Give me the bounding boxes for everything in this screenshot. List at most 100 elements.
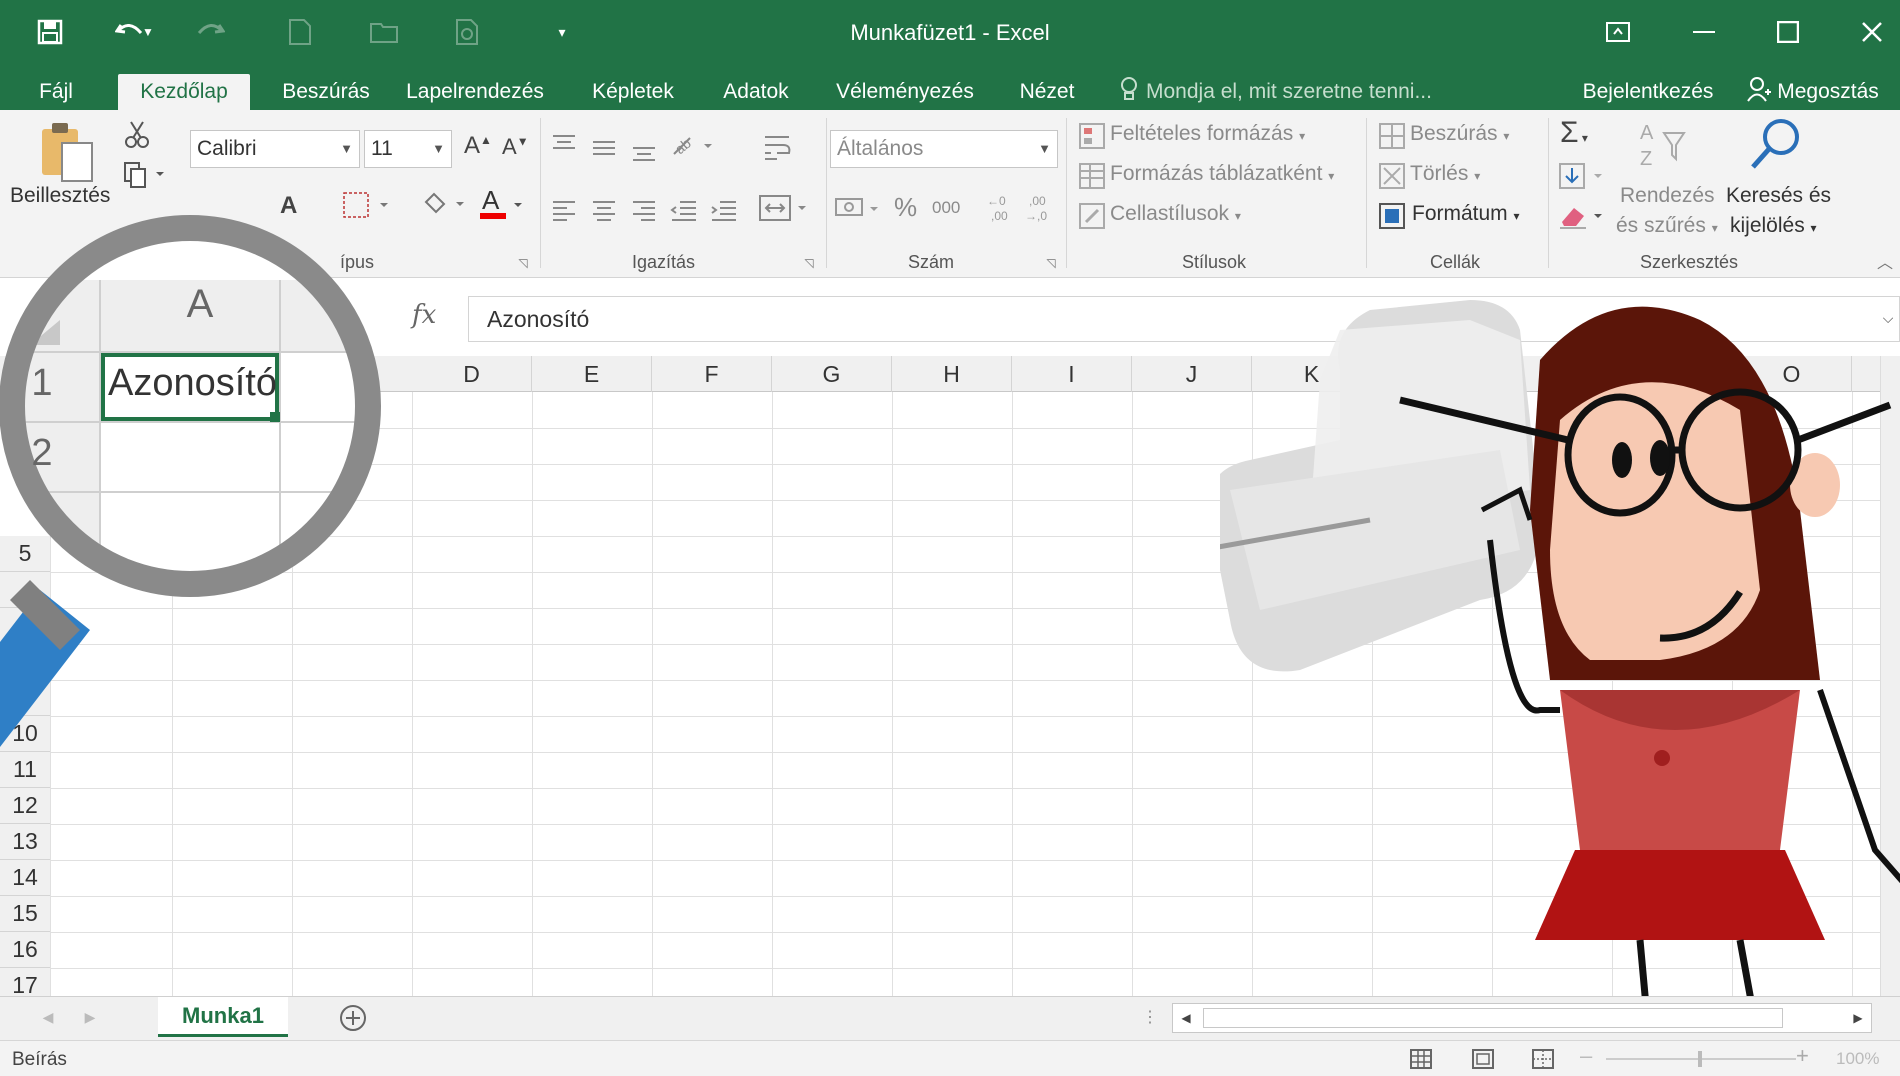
zoom-slider-thumb[interactable] (1698, 1051, 1702, 1067)
tell-me-search[interactable]: Mondja el, mit szeretne tenni... (1120, 74, 1432, 110)
align-left-icon[interactable] (548, 194, 580, 226)
column-header[interactable]: G (772, 356, 892, 392)
share-button[interactable]: Megosztás (1738, 74, 1888, 110)
grow-font-icon[interactable]: A▲ (464, 132, 492, 160)
sort-filter-icon[interactable]: AZ (1636, 118, 1688, 174)
align-middle-icon[interactable] (588, 132, 620, 164)
horizontal-scrollbar[interactable]: ◀ ▶ (1172, 1003, 1872, 1033)
column-header[interactable]: E (532, 356, 652, 392)
conditional-formatting-icon[interactable] (1076, 120, 1108, 152)
column-header[interactable]: I (1012, 356, 1132, 392)
zoom-in-icon[interactable]: + (1796, 1043, 1809, 1069)
row-header[interactable] (0, 644, 50, 680)
increase-indent-icon[interactable] (708, 194, 740, 226)
minimize-icon[interactable] (1674, 8, 1734, 56)
row-header[interactable]: 17 (0, 968, 50, 996)
copy-icon[interactable] (120, 158, 168, 192)
align-center-icon[interactable] (588, 194, 620, 226)
sheet-tab[interactable]: Munka1 (158, 997, 288, 1037)
signin-link[interactable]: Bejelentkezés (1578, 74, 1718, 110)
close-icon[interactable] (1844, 8, 1900, 56)
format-cells-button[interactable]: Formátum ▾ (1412, 202, 1520, 226)
conditional-formatting-button[interactable]: Feltételes formázás ▾ (1110, 122, 1305, 146)
format-as-table-button[interactable]: Formázás táblázatként ▾ (1110, 162, 1334, 186)
font-color-small-icon[interactable]: A (280, 192, 297, 220)
insert-cells-button[interactable]: Beszúrás ▾ (1410, 122, 1509, 146)
tab-formulas[interactable]: Képletek (580, 74, 686, 110)
increase-decimal-icon[interactable]: ←0,00 (984, 190, 1020, 226)
normal-view-icon[interactable] (1408, 1047, 1434, 1071)
clear-icon[interactable] (1556, 200, 1610, 232)
row-header[interactable]: 11 (0, 752, 50, 788)
tab-file[interactable]: Fájl (28, 74, 84, 110)
dialog-launcher-icon[interactable]: ◹ (800, 254, 818, 272)
scroll-thumb[interactable] (1203, 1008, 1783, 1028)
cell-styles-icon[interactable] (1076, 200, 1108, 232)
row-header[interactable]: 12 (0, 788, 50, 824)
accounting-format-icon[interactable] (832, 190, 884, 226)
maximize-icon[interactable] (1758, 8, 1818, 56)
align-top-icon[interactable] (548, 128, 580, 160)
autosum-icon[interactable]: Σ ▾ (1560, 116, 1588, 150)
page-layout-view-icon[interactable] (1470, 1047, 1496, 1071)
find-select-label-2[interactable]: kijelölés ▾ (1730, 214, 1817, 238)
open-folder-icon[interactable] (362, 10, 406, 54)
delete-cells-button[interactable]: Törlés ▾ (1410, 162, 1480, 186)
row-header[interactable]: 16 (0, 932, 50, 968)
find-select-icon[interactable] (1746, 114, 1808, 176)
sort-filter-label-1[interactable]: Rendezés (1620, 184, 1715, 208)
percent-style-button[interactable]: % (894, 192, 917, 223)
paste-label[interactable]: Beillesztés (10, 184, 110, 208)
new-file-icon[interactable] (278, 10, 322, 54)
paste-icon[interactable] (36, 120, 98, 184)
fill-down-icon[interactable] (1556, 160, 1610, 192)
row-header[interactable] (0, 572, 50, 608)
wrap-text-icon[interactable] (760, 132, 796, 164)
font-color-icon[interactable]: A (476, 184, 528, 224)
customize-qat-icon[interactable]: ▾ (540, 10, 584, 54)
find-select-label-1[interactable]: Keresés és (1726, 184, 1831, 208)
comma-style-button[interactable]: 000 (932, 198, 960, 218)
scroll-left-icon[interactable]: ◀ (1177, 1008, 1195, 1028)
ribbon-display-icon[interactable] (1588, 8, 1648, 56)
collapse-ribbon-icon[interactable]: ︿ (1874, 250, 1896, 272)
orientation-icon[interactable]: ab (668, 130, 718, 162)
number-format-select[interactable]: Általános ▼ (830, 130, 1058, 168)
font-name-select[interactable]: Calibri ▼ (190, 130, 360, 168)
tab-view[interactable]: Nézet (1010, 74, 1084, 110)
add-sheet-icon[interactable] (336, 1001, 370, 1035)
print-preview-icon[interactable] (446, 10, 490, 54)
font-size-select[interactable]: 11 ▼ (364, 130, 452, 168)
column-header[interactable]: F (652, 356, 772, 392)
column-header[interactable]: D (412, 356, 532, 392)
row-header[interactable]: 14 (0, 860, 50, 896)
tab-data[interactable]: Adatok (712, 74, 800, 110)
fill-color-icon[interactable] (418, 186, 470, 222)
tab-split-handle-icon[interactable]: ⋮ (1140, 1005, 1160, 1029)
row-header[interactable] (0, 608, 50, 644)
row-header[interactable]: 10 (0, 716, 50, 752)
save-icon[interactable] (28, 10, 72, 54)
column-header[interactable]: H (892, 356, 1012, 392)
tab-insert[interactable]: Beszúrás (266, 74, 386, 110)
tab-page-layout[interactable]: Lapelrendezés (396, 74, 554, 110)
row-header[interactable]: 15 (0, 896, 50, 932)
zoom-out-icon[interactable]: – (1580, 1043, 1592, 1069)
merge-center-icon[interactable] (756, 190, 812, 226)
decrease-indent-icon[interactable] (668, 194, 700, 226)
dialog-launcher-icon[interactable]: ◹ (514, 254, 532, 272)
redo-icon[interactable] (188, 10, 232, 54)
cut-icon[interactable] (120, 118, 154, 152)
prev-sheet-icon[interactable]: ◀ (38, 1007, 58, 1027)
insert-cells-icon[interactable] (1376, 120, 1408, 152)
insert-function-icon[interactable]: fx (412, 300, 436, 330)
format-as-table-icon[interactable] (1076, 160, 1108, 192)
tab-home[interactable]: Kezdőlap (118, 74, 250, 110)
align-right-icon[interactable] (628, 194, 660, 226)
dialog-launcher-icon[interactable]: ◹ (1042, 254, 1060, 272)
next-sheet-icon[interactable]: ▶ (80, 1007, 100, 1027)
tab-review[interactable]: Véleményezés (826, 74, 984, 110)
shrink-font-icon[interactable]: A▼ (502, 134, 529, 160)
zoom-level[interactable]: 100% (1836, 1049, 1879, 1069)
format-cells-icon[interactable] (1376, 200, 1408, 232)
